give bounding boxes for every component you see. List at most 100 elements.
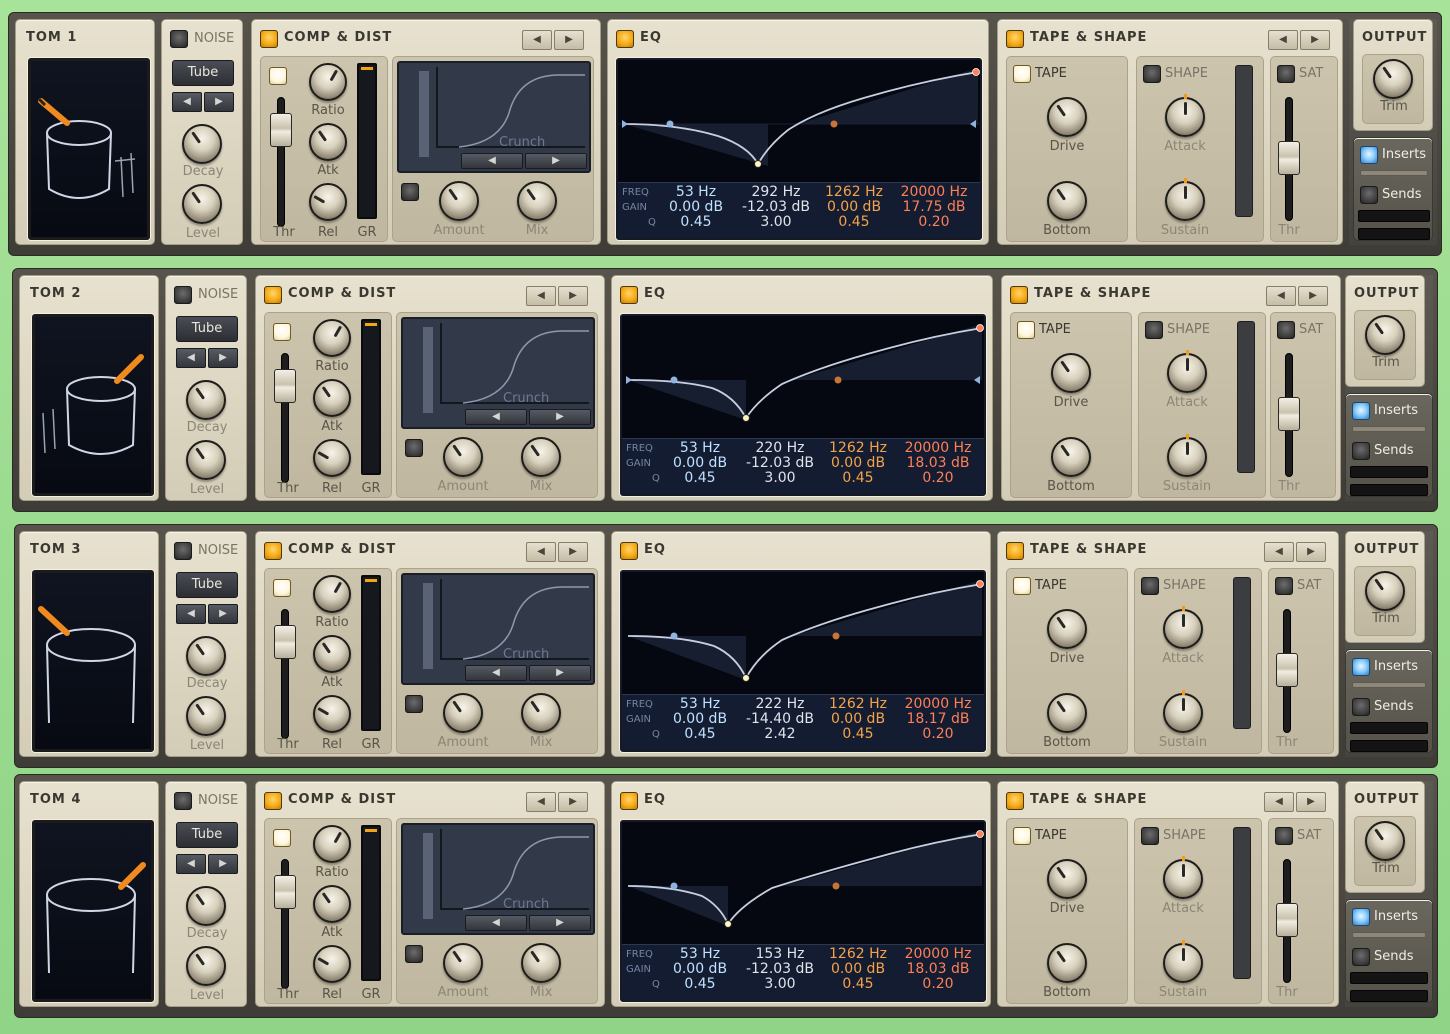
sends-toggle[interactable] [1360, 186, 1378, 204]
band2-q[interactable]: 2.42 [740, 727, 820, 742]
eq-display[interactable]: FREQ GAIN Q 53 Hz 0.00 dB 0.45 153 Hz -1… [620, 820, 986, 1002]
level-knob[interactable] [182, 184, 222, 224]
shape-enable-toggle[interactable] [1145, 321, 1163, 339]
band3-gain[interactable]: 0.00 dB [818, 712, 898, 727]
level-knob[interactable] [186, 946, 226, 986]
sustain-knob[interactable] [1165, 178, 1205, 221]
band4-gain[interactable]: 17.75 dB [894, 200, 974, 215]
tape-enable-toggle[interactable] [1013, 577, 1031, 595]
band3-freq[interactable]: 1262 Hz [818, 697, 898, 712]
sat-enable-toggle[interactable] [1275, 827, 1293, 845]
bottom-knob[interactable] [1047, 693, 1087, 733]
ratio-knob[interactable] [313, 575, 351, 613]
band2-gain[interactable]: -14.40 dB [740, 712, 820, 727]
noise-prev-button[interactable]: ◀ [172, 92, 202, 112]
mix-knob[interactable] [521, 693, 561, 733]
band4-freq[interactable]: 20000 Hz [898, 697, 978, 712]
drive-knob[interactable] [1047, 609, 1087, 649]
band4-q[interactable]: 0.20 [898, 471, 978, 486]
bottom-knob[interactable] [1047, 181, 1087, 221]
release-knob[interactable] [309, 183, 347, 221]
attack-knob[interactable] [313, 885, 351, 923]
noise-toggle[interactable] [174, 542, 192, 560]
tube-selector[interactable]: Tube [176, 572, 238, 598]
eq-toggle[interactable] [616, 30, 634, 48]
sat-threshold-handle[interactable] [1276, 903, 1298, 937]
ratio-knob[interactable] [309, 63, 347, 101]
attack-shape-knob[interactable] [1163, 606, 1203, 649]
comp-preset-prev[interactable]: ◀ [522, 30, 552, 50]
band2-gain[interactable]: -12.03 dB [736, 200, 816, 215]
band1-freq[interactable]: 53 Hz [660, 441, 740, 456]
band1-freq[interactable]: 53 Hz [660, 697, 740, 712]
sends-label[interactable]: Sends [1374, 443, 1414, 458]
drum-image[interactable] [32, 314, 154, 496]
inserts-label[interactable]: Inserts [1382, 147, 1426, 162]
tape-preset-prev[interactable]: ◀ [1264, 542, 1294, 562]
comp-enable-toggle[interactable] [273, 323, 291, 341]
band4-q[interactable]: 0.20 [894, 215, 974, 230]
send-slot-2[interactable] [1350, 990, 1428, 1002]
sustain-knob[interactable] [1163, 940, 1203, 983]
band3-q[interactable]: 0.45 [818, 727, 898, 742]
band2-freq[interactable]: 222 Hz [740, 697, 820, 712]
band3-freq[interactable]: 1262 Hz [814, 185, 894, 200]
sat-enable-toggle[interactable] [1277, 65, 1295, 83]
eq-toggle[interactable] [620, 542, 638, 560]
band3-freq[interactable]: 1262 Hz [818, 441, 898, 456]
tape-enable-toggle[interactable] [1013, 827, 1031, 845]
band1-q[interactable]: 0.45 [656, 215, 736, 230]
band3-freq[interactable]: 1262 Hz [818, 947, 898, 962]
eq-toggle[interactable] [620, 286, 638, 304]
inserts-label[interactable]: Inserts [1374, 659, 1418, 674]
dist-enable-toggle[interactable] [405, 439, 423, 457]
sends-label[interactable]: Sends [1374, 699, 1414, 714]
tape-preset-prev[interactable]: ◀ [1266, 286, 1296, 306]
tube-selector[interactable]: Tube [172, 60, 234, 86]
inserts-label[interactable]: Inserts [1374, 909, 1418, 924]
comp-preset-next[interactable]: ▶ [558, 286, 588, 306]
comp-preset-prev[interactable]: ◀ [526, 542, 556, 562]
noise-next-button[interactable]: ▶ [208, 348, 238, 368]
crunch-prev[interactable]: ◀ [465, 665, 527, 681]
tape-enable-toggle[interactable] [1017, 321, 1035, 339]
attack-shape-knob[interactable] [1163, 856, 1203, 899]
decay-knob[interactable] [186, 636, 226, 676]
amount-knob[interactable] [443, 943, 483, 983]
send-slot-1[interactable] [1358, 210, 1430, 222]
inserts-toggle[interactable] [1360, 146, 1378, 164]
noise-prev-button[interactable]: ◀ [176, 348, 206, 368]
eq-display[interactable]: FREQ GAIN Q 53 Hz 0.00 dB 0.45 292 Hz -1… [616, 58, 982, 240]
band3-q[interactable]: 0.45 [818, 471, 898, 486]
tape-preset-prev[interactable]: ◀ [1268, 30, 1298, 50]
shape-enable-toggle[interactable] [1141, 577, 1159, 595]
attack-shape-knob[interactable] [1165, 94, 1205, 137]
sends-toggle[interactable] [1352, 698, 1370, 716]
band1-gain[interactable]: 0.00 dB [660, 456, 740, 471]
dist-enable-toggle[interactable] [401, 183, 419, 201]
threshold-fader-handle[interactable] [274, 369, 296, 403]
band2-q[interactable]: 3.00 [736, 215, 816, 230]
sustain-knob[interactable] [1163, 690, 1203, 733]
bottom-knob[interactable] [1047, 943, 1087, 983]
tube-selector[interactable]: Tube [176, 822, 238, 848]
inserts-toggle[interactable] [1352, 402, 1370, 420]
band1-gain[interactable]: 0.00 dB [660, 962, 740, 977]
band4-q[interactable]: 0.20 [898, 977, 978, 992]
mix-knob[interactable] [517, 181, 557, 221]
amount-knob[interactable] [443, 693, 483, 733]
crunch-prev[interactable]: ◀ [461, 153, 523, 169]
comp-dist-toggle[interactable] [264, 542, 282, 560]
drive-knob[interactable] [1051, 353, 1091, 393]
tape-preset-next[interactable]: ▶ [1300, 30, 1330, 50]
band2-freq[interactable]: 153 Hz [740, 947, 820, 962]
band4-q[interactable]: 0.20 [898, 727, 978, 742]
noise-next-button[interactable]: ▶ [204, 92, 234, 112]
band2-freq[interactable]: 292 Hz [736, 185, 816, 200]
sustain-knob[interactable] [1167, 434, 1207, 477]
sat-threshold-handle[interactable] [1278, 141, 1300, 175]
release-knob[interactable] [313, 695, 351, 733]
attack-knob[interactable] [313, 635, 351, 673]
sends-toggle[interactable] [1352, 948, 1370, 966]
band4-freq[interactable]: 20000 Hz [898, 947, 978, 962]
